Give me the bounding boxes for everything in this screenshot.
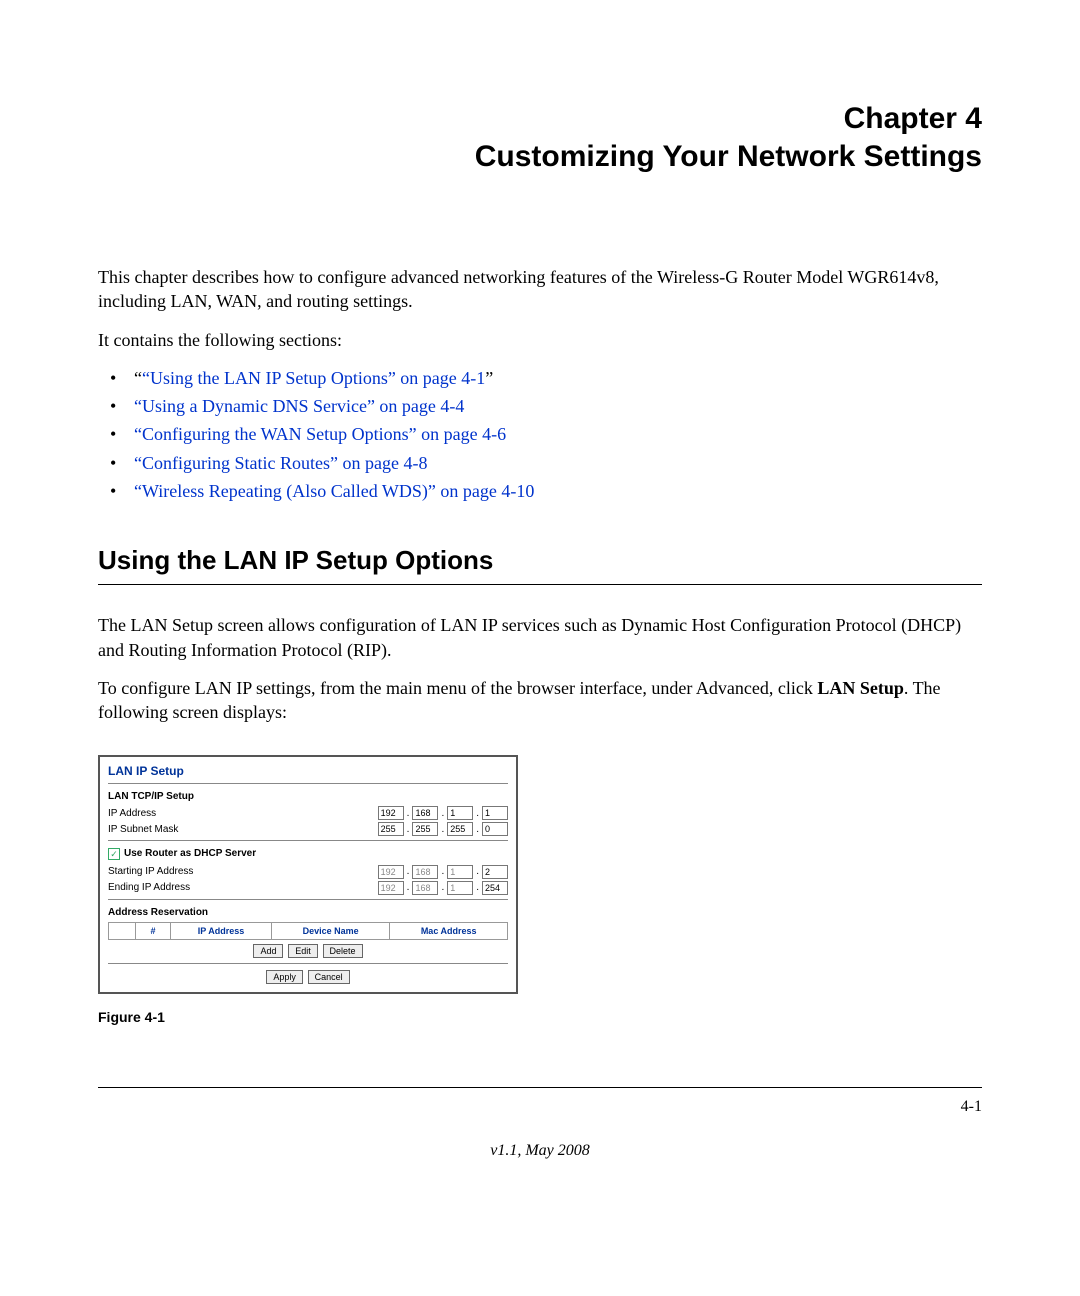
- body-text: To configure LAN IP settings, from the m…: [98, 678, 817, 698]
- toc-link[interactable]: “Configuring the WAN Setup Options” on p…: [134, 424, 506, 444]
- toc-item: “Using a Dynamic DNS Service” on page 4-…: [98, 394, 982, 418]
- menu-path-bold: LAN Setup: [817, 678, 904, 698]
- ip-octet[interactable]: [378, 806, 404, 820]
- end-ip-octet[interactable]: [447, 881, 473, 895]
- ip-octet[interactable]: [412, 806, 438, 820]
- col-num: #: [136, 923, 171, 940]
- form-buttons: Apply Cancel: [108, 970, 508, 985]
- col-select: [109, 923, 136, 940]
- dot: .: [476, 865, 479, 879]
- subnet-octet[interactable]: [447, 822, 473, 836]
- toc-link[interactable]: “Using the LAN IP Setup Options” on page…: [142, 368, 485, 388]
- panel-title: LAN IP Setup: [108, 763, 508, 779]
- ending-ip-row: Ending IP Address . . .: [108, 881, 508, 895]
- edit-button[interactable]: Edit: [288, 944, 318, 958]
- dot: .: [441, 881, 444, 895]
- footer-rule: [98, 1087, 982, 1088]
- dot: .: [476, 881, 479, 895]
- chapter-number: Chapter 4: [98, 100, 982, 138]
- dot: .: [407, 807, 410, 821]
- subnet-label: IP Subnet Mask: [108, 823, 378, 837]
- quote-mark: ”: [485, 368, 493, 388]
- toc-link[interactable]: “Configuring Static Routes” on page 4-8: [134, 453, 427, 473]
- ip-address-row: IP Address . . .: [108, 806, 508, 820]
- col-mac: Mac Address: [390, 923, 508, 940]
- dot: .: [441, 865, 444, 879]
- end-ip-octet[interactable]: [412, 881, 438, 895]
- dot: .: [407, 881, 410, 895]
- dot: .: [476, 823, 479, 837]
- delete-button[interactable]: Delete: [323, 944, 363, 958]
- reservation-buttons: Add Edit Delete: [108, 944, 508, 959]
- chapter-heading: Chapter 4 Customizing Your Network Setti…: [98, 100, 982, 175]
- toc-item: “Wireless Repeating (Also Called WDS)” o…: [98, 479, 982, 503]
- tcp-ip-heading: LAN TCP/IP Setup: [108, 790, 508, 804]
- subnet-octet[interactable]: [378, 822, 404, 836]
- toc-item: “Configuring Static Routes” on page 4-8: [98, 451, 982, 475]
- figure-caption: Figure 4-1: [98, 1008, 982, 1027]
- dot: .: [407, 865, 410, 879]
- starting-ip-label: Starting IP Address: [108, 865, 378, 879]
- start-ip-octet[interactable]: [482, 865, 508, 879]
- add-button[interactable]: Add: [253, 944, 283, 958]
- starting-ip-row: Starting IP Address . . .: [108, 865, 508, 879]
- start-ip-octet[interactable]: [412, 865, 438, 879]
- section-heading: Using the LAN IP Setup Options: [98, 543, 982, 578]
- dot: .: [407, 823, 410, 837]
- toc-link[interactable]: “Using a Dynamic DNS Service” on page 4-…: [134, 396, 464, 416]
- dhcp-checkbox-label: Use Router as DHCP Server: [124, 847, 256, 861]
- toc-item: “Configuring the WAN Setup Options” on p…: [98, 422, 982, 446]
- end-ip-octet[interactable]: [482, 881, 508, 895]
- intro-sections-lead: It contains the following sections:: [98, 328, 982, 352]
- start-ip-octet[interactable]: [447, 865, 473, 879]
- checkbox-icon[interactable]: ✓: [108, 848, 120, 860]
- footer-version: v1.1, May 2008: [98, 1140, 982, 1162]
- col-device: Device Name: [272, 923, 390, 940]
- ip-octet[interactable]: [482, 806, 508, 820]
- divider: [108, 963, 508, 964]
- cancel-button[interactable]: Cancel: [308, 970, 350, 984]
- divider: [108, 783, 508, 784]
- dhcp-checkbox-row: ✓ Use Router as DHCP Server: [108, 847, 508, 861]
- toc-item: ““Using the LAN IP Setup Options” on pag…: [98, 366, 982, 390]
- chapter-title: Customizing Your Network Settings: [98, 138, 982, 176]
- ending-ip-label: Ending IP Address: [108, 881, 378, 895]
- subnet-row: IP Subnet Mask . . .: [108, 822, 508, 836]
- dot: .: [441, 823, 444, 837]
- toc-link[interactable]: “Wireless Repeating (Also Called WDS)” o…: [134, 481, 534, 501]
- dot: .: [476, 807, 479, 821]
- end-ip-octet[interactable]: [378, 881, 404, 895]
- start-ip-octet[interactable]: [378, 865, 404, 879]
- col-ip: IP Address: [171, 923, 272, 940]
- ip-octet[interactable]: [447, 806, 473, 820]
- page-number: 4-1: [961, 1096, 982, 1118]
- body-paragraph: To configure LAN IP settings, from the m…: [98, 676, 982, 725]
- subnet-octet[interactable]: [412, 822, 438, 836]
- quote-mark: “: [134, 368, 142, 388]
- address-reservation-heading: Address Reservation: [108, 906, 508, 920]
- apply-button[interactable]: Apply: [266, 970, 303, 984]
- body-paragraph: The LAN Setup screen allows configuratio…: [98, 613, 982, 662]
- intro-paragraph: This chapter describes how to configure …: [98, 265, 982, 314]
- divider: [108, 899, 508, 900]
- footer-page-number-row: 4-1: [98, 1096, 982, 1118]
- divider: [108, 840, 508, 841]
- dot: .: [441, 807, 444, 821]
- section-rule: [98, 584, 982, 585]
- reservation-table: # IP Address Device Name Mac Address: [108, 922, 508, 940]
- lan-ip-setup-screenshot: LAN IP Setup LAN TCP/IP Setup IP Address…: [98, 755, 518, 995]
- ip-address-label: IP Address: [108, 807, 378, 821]
- subnet-octet[interactable]: [482, 822, 508, 836]
- toc-list: ““Using the LAN IP Setup Options” on pag…: [98, 366, 982, 503]
